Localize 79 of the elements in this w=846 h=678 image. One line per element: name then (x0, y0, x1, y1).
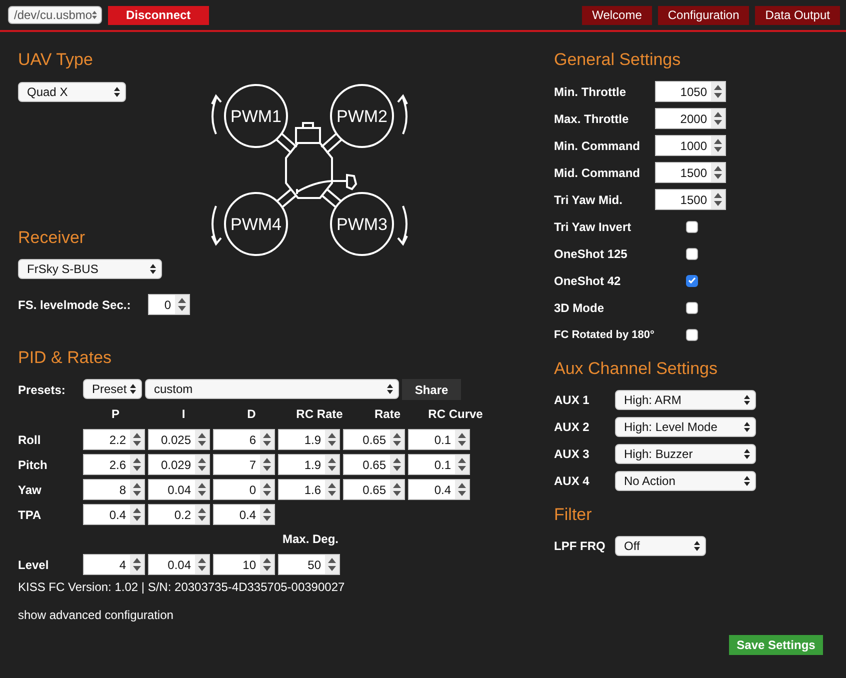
row-label: TPA (18, 508, 42, 522)
share-button[interactable]: Share (402, 379, 461, 400)
field-label: OneShot 125 (554, 246, 628, 260)
column-header: Rate (373, 407, 402, 421)
up-down-arrows-icon (114, 87, 120, 97)
field-label: AUX 3 (554, 447, 590, 461)
checkbox[interactable] (686, 248, 698, 260)
field-label: Mid. Command (554, 166, 641, 180)
advanced-config-link[interactable]: show advanced configuration (18, 608, 174, 622)
field-label: Min. Command (554, 138, 641, 152)
dropdown-select[interactable]: No Action (615, 471, 756, 491)
motor-label: PWM1 (230, 107, 282, 126)
up-down-arrows-icon (150, 264, 156, 274)
dropdown-select[interactable]: Off (615, 536, 706, 556)
section-heading: Receiver (18, 228, 86, 248)
motor-label: PWM4 (230, 215, 282, 234)
up-down-arrows-icon (694, 541, 700, 551)
dropdown-select[interactable]: High: Level Mode (615, 417, 756, 437)
column-header: D (246, 407, 257, 421)
dropdown-select[interactable]: custom (145, 379, 399, 399)
section-heading: General Settings (554, 50, 682, 70)
up-down-arrows-icon (744, 395, 750, 405)
nav-button[interactable]: Configuration (658, 6, 750, 24)
rotation-arrow-icon (211, 205, 222, 245)
column-header: RC Rate (295, 407, 344, 421)
up-down-arrows-icon (92, 10, 97, 20)
row-label: Pitch (18, 458, 48, 472)
up-down-arrows-icon (130, 384, 136, 394)
column-header: Max. Deg. (281, 532, 340, 546)
checkbox[interactable] (686, 328, 698, 340)
field-label: Tri Yaw Mid. (554, 192, 624, 206)
field-label: OneShot 42 (554, 274, 622, 288)
field-label: 3D Mode (554, 300, 606, 314)
rotation-arrow-icon (397, 95, 408, 135)
motor-circle (330, 84, 394, 148)
nav-button[interactable]: Welcome (582, 6, 652, 24)
field-label: Min. Throttle (554, 84, 627, 98)
section-heading: UAV Type (18, 50, 94, 70)
dropdown-select[interactable]: High: ARM (615, 390, 756, 410)
field-label: Tri Yaw Invert (554, 220, 632, 234)
disconnect-button[interactable]: Disconnect (108, 6, 209, 24)
nav-button[interactable]: Data Output (755, 6, 840, 24)
rotation-arrow-icon (397, 205, 408, 245)
column-header: I (180, 407, 186, 421)
field-label: Max. Throttle (554, 112, 630, 126)
row-label: Level (18, 558, 50, 572)
checkbox[interactable] (686, 302, 698, 314)
field-label: Presets: (18, 382, 66, 396)
checkbox[interactable] (686, 274, 698, 286)
field-label: LPF FRQ (554, 539, 606, 553)
up-down-arrows-icon (744, 476, 750, 486)
dropdown-select[interactable]: Quad X (18, 82, 126, 102)
dropdown-select[interactable]: FrSky S-BUS (18, 259, 162, 279)
section-heading: Filter (554, 505, 593, 525)
version-text: KISS FC Version: 1.02 | S/N: 20303735-4D335705-00390027 (18, 580, 346, 594)
motor-circle (224, 192, 288, 256)
field-label: FC Rotated by 180° (554, 328, 655, 340)
field-label: AUX 4 (554, 474, 590, 488)
motor-circle (224, 84, 288, 148)
motor-label: PWM3 (336, 215, 388, 234)
up-down-arrows-icon (387, 384, 393, 394)
port-select[interactable]: /dev/cu.usbmo (8, 6, 102, 24)
checkbox[interactable] (686, 220, 698, 232)
row-label: Yaw (18, 482, 42, 496)
column-header: RC Curve (427, 407, 484, 421)
row-label: Roll (18, 432, 42, 446)
section-heading: PID & Rates (18, 348, 113, 368)
field-label: AUX 2 (554, 420, 590, 434)
rotation-arrow-icon (211, 95, 222, 135)
column-header: P (110, 407, 120, 421)
up-down-arrows-icon (744, 422, 750, 432)
up-down-arrows-icon (744, 449, 750, 459)
dropdown-select[interactable]: Preset (83, 379, 142, 399)
motor-circle (330, 192, 394, 256)
motor-label: PWM2 (336, 107, 388, 126)
section-heading: Aux Channel Settings (554, 359, 718, 379)
dropdown-select[interactable]: High: Buzzer (615, 444, 756, 464)
field-label: FS. levelmode Sec.: (18, 298, 132, 312)
field-label: AUX 1 (554, 393, 590, 407)
